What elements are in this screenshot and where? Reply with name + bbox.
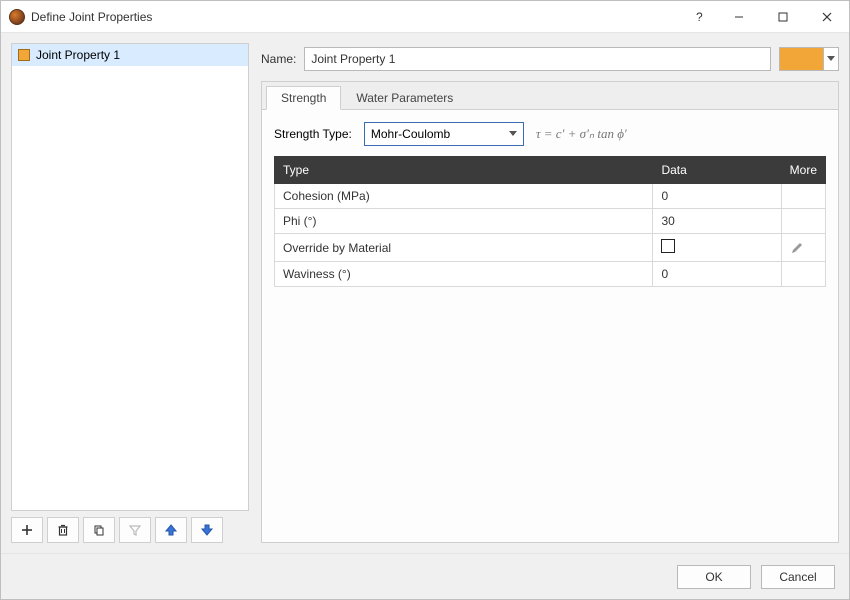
sidebar: Joint Property 1: [11, 43, 249, 543]
cancel-button[interactable]: Cancel: [761, 565, 835, 589]
table-row[interactable]: Phi (°) 30: [275, 209, 826, 234]
param-value[interactable]: 0: [653, 184, 781, 209]
col-more: More: [781, 157, 825, 184]
param-name: Phi (°): [275, 209, 653, 234]
titlebar: Define Joint Properties ?: [1, 1, 849, 33]
help-button[interactable]: ?: [683, 1, 717, 32]
name-label: Name:: [261, 52, 296, 66]
strength-formula: τ = c′ + σ′ₙ tan ϕ′: [536, 126, 627, 142]
param-more: [781, 184, 825, 209]
chevron-down-icon: [824, 56, 838, 62]
tab-container: Strength Water Parameters Strength Type:…: [261, 81, 839, 543]
color-chip: [780, 48, 824, 70]
strength-type-select[interactable]: Mohr-Coulomb: [364, 122, 524, 146]
col-type: Type: [275, 157, 653, 184]
list-item-label: Joint Property 1: [36, 48, 120, 62]
param-name: Cohesion (MPa): [275, 184, 653, 209]
name-row: Name:: [261, 43, 839, 81]
param-more[interactable]: [781, 234, 825, 262]
dialog-body: Joint Property 1: [1, 33, 849, 553]
chevron-down-icon: [509, 131, 517, 137]
strength-type-row: Strength Type: Mohr-Coulomb τ = c′ + σ′ₙ…: [274, 122, 826, 146]
col-data: Data: [653, 157, 781, 184]
strength-type-label: Strength Type:: [274, 127, 352, 141]
maximize-button[interactable]: [761, 1, 805, 32]
copy-button[interactable]: [83, 517, 115, 543]
parameters-table: Type Data More Cohesion (MPa) 0: [274, 156, 826, 287]
table-row[interactable]: Cohesion (MPa) 0: [275, 184, 826, 209]
filter-button[interactable]: [119, 517, 151, 543]
property-list[interactable]: Joint Property 1: [11, 43, 249, 511]
edit-icon: [790, 241, 804, 255]
param-more: [781, 209, 825, 234]
window-controls: ?: [683, 1, 849, 32]
table-row[interactable]: Override by Material: [275, 234, 826, 262]
tab-body-strength: Strength Type: Mohr-Coulomb τ = c′ + σ′ₙ…: [262, 110, 838, 299]
tab-water-parameters[interactable]: Water Parameters: [341, 85, 468, 109]
main-panel: Name: Strength Water Parameters Strength…: [261, 43, 839, 543]
dialog-window: Define Joint Properties ? Joint Property…: [0, 0, 850, 600]
param-value[interactable]: 30: [653, 209, 781, 234]
param-value[interactable]: 0: [653, 262, 781, 287]
strength-type-value: Mohr-Coulomb: [371, 127, 450, 141]
app-icon: [9, 9, 25, 25]
dialog-footer: OK Cancel: [1, 553, 849, 599]
color-swatch-icon: [18, 49, 30, 61]
override-checkbox[interactable]: [661, 239, 675, 253]
delete-button[interactable]: [47, 517, 79, 543]
close-button[interactable]: [805, 1, 849, 32]
window-title: Define Joint Properties: [31, 10, 683, 24]
param-name: Override by Material: [275, 234, 653, 262]
svg-text:?: ?: [696, 10, 703, 24]
move-down-button[interactable]: [191, 517, 223, 543]
param-more: [781, 262, 825, 287]
minimize-button[interactable]: [717, 1, 761, 32]
name-input[interactable]: [304, 47, 771, 71]
tab-strip: Strength Water Parameters: [262, 82, 838, 110]
ok-button[interactable]: OK: [677, 565, 751, 589]
color-picker-button[interactable]: [779, 47, 839, 71]
param-name: Waviness (°): [275, 262, 653, 287]
param-value[interactable]: [653, 234, 781, 262]
list-item[interactable]: Joint Property 1: [12, 44, 248, 66]
tab-strength[interactable]: Strength: [266, 86, 341, 110]
sidebar-toolbar: [11, 517, 249, 543]
move-up-button[interactable]: [155, 517, 187, 543]
add-button[interactable]: [11, 517, 43, 543]
table-row[interactable]: Waviness (°) 0: [275, 262, 826, 287]
